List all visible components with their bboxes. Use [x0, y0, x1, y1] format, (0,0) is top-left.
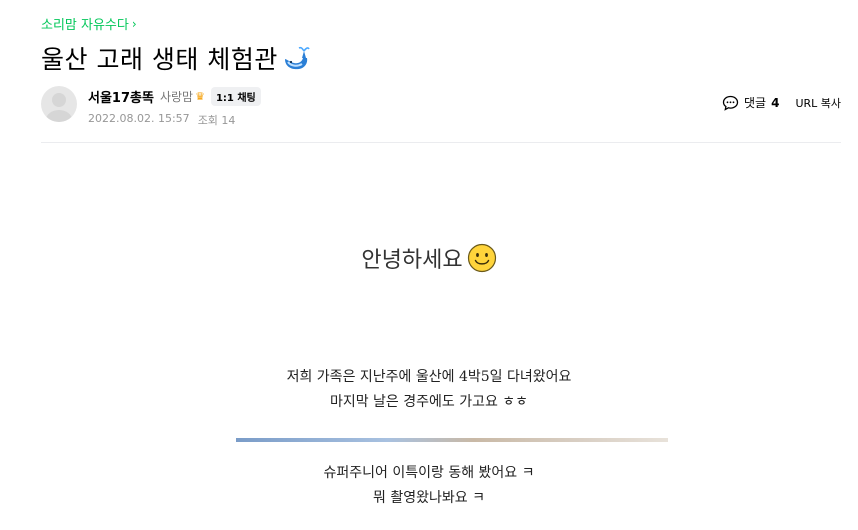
post-title-row: 울산 고래 생태 체험관 — [41, 40, 310, 76]
avatar[interactable] — [41, 86, 77, 122]
content-image[interactable] — [236, 438, 668, 442]
comment-count: 4 — [771, 95, 780, 110]
greeting-line: 안녕하세요 — [0, 242, 858, 274]
comment-label: 댓글 — [743, 96, 767, 110]
content-line: 뭐 촬영왔나봐요 ㅋ — [373, 490, 485, 506]
content-paragraph-1: 저희 가족은 지난주에 울산에 4박5일 다녀왔어요 마지막 날은 경주에도 가… — [0, 365, 858, 415]
author-grade: 사랑맘 — [159, 90, 194, 104]
url-copy-button[interactable]: URL 복사 — [795, 95, 841, 111]
post-date: 2022.08.02. 15:57 — [88, 112, 190, 125]
post-meta: 2022.08.02. 15:57 조회 14 — [88, 112, 261, 128]
post-tools: 댓글 4 URL 복사 — [722, 94, 841, 111]
smile-icon — [467, 243, 496, 273]
greeting-text: 안녕하세요 — [361, 248, 463, 273]
cafe-post-page: 소리맘 자유수다 › 울산 고래 생태 체험관 서울17총똑 사랑맘 ♛ 1:1… — [0, 0, 858, 530]
chat-button[interactable]: 1:1 채팅 — [210, 87, 261, 106]
content-paragraph-2: 슈퍼주니어 이특이랑 동해 봤어요 ㅋ 뭐 촬영왔나봐요 ㅋ — [0, 461, 858, 511]
content-line: 슈퍼주니어 이특이랑 동해 봤어요 ㅋ — [323, 465, 535, 481]
author-nickname[interactable]: 서울17총똑 — [88, 87, 154, 106]
board-name[interactable]: 소리맘 자유수다 — [41, 14, 129, 33]
content-line: 마지막 날은 경주에도 가고요 ㅎㅎ — [329, 394, 529, 410]
header-divider — [41, 142, 841, 143]
author-line: 서울17총똑 사랑맘 ♛ 1:1 채팅 — [88, 87, 261, 106]
post-views: 조회 14 — [197, 114, 236, 127]
post-title: 울산 고래 생태 체험관 — [41, 45, 278, 74]
author-info: 서울17총똑 사랑맘 ♛ 1:1 채팅 2022.08.02. 15:57 조회… — [88, 86, 261, 128]
author-row: 서울17총똑 사랑맘 ♛ 1:1 채팅 2022.08.02. 15:57 조회… — [41, 86, 261, 128]
chevron-right-icon: › — [131, 16, 137, 31]
default-profile-icon — [46, 93, 72, 122]
comment-button[interactable]: 댓글 4 — [722, 94, 779, 111]
comment-icon — [722, 95, 739, 111]
board-link[interactable]: 소리맘 자유수다 › — [41, 14, 137, 34]
content-line: 저희 가족은 지난주에 울산에 4박5일 다녀왔어요 — [286, 369, 572, 385]
crown-icon: ♛ — [195, 90, 205, 103]
whale-icon — [284, 46, 310, 70]
